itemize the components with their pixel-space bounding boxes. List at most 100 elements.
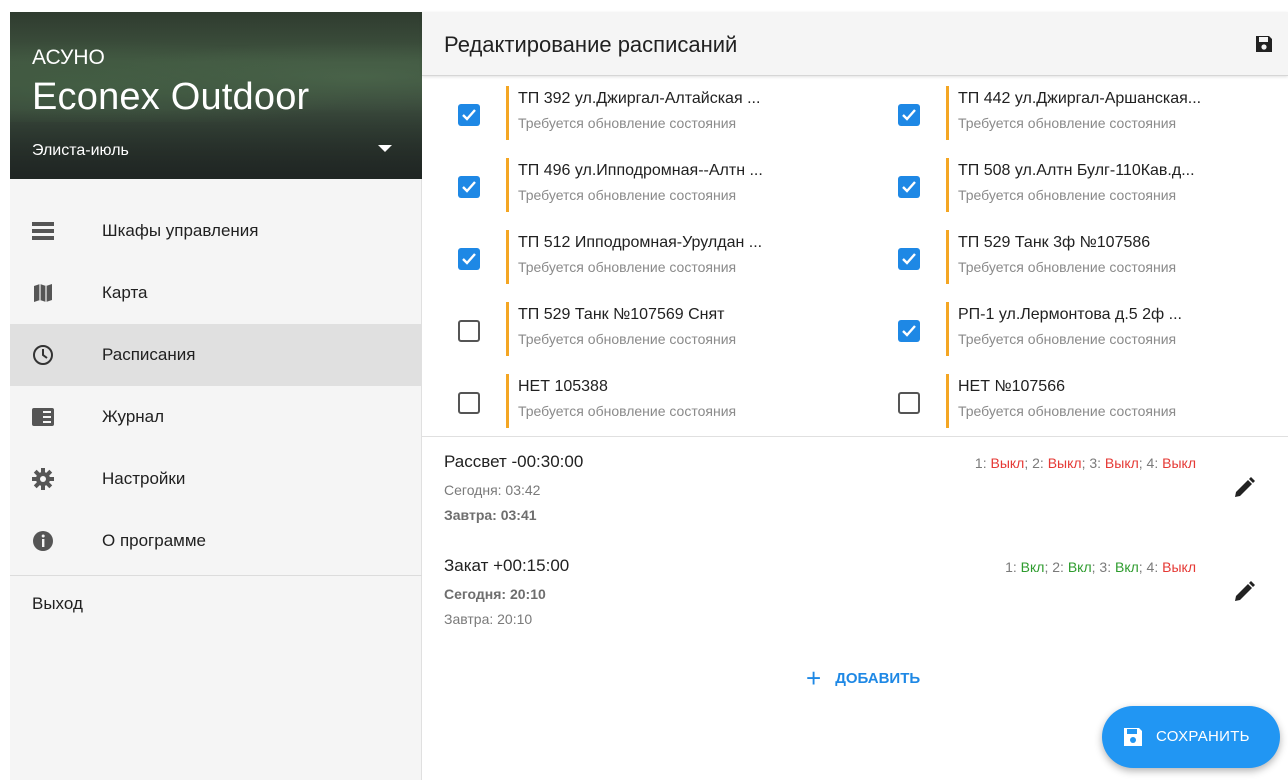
gear-icon <box>32 468 54 490</box>
organization-select[interactable]: Элиста-июль <box>32 142 129 160</box>
clock-icon <box>32 344 54 366</box>
journal-icon <box>32 406 54 428</box>
checkbox-unchecked[interactable] <box>458 392 480 414</box>
cabinet-status: Требуется обновление состояния <box>958 331 1177 347</box>
add-label: ДОБАВИТЬ <box>835 669 921 687</box>
sidebar-item-label: Шкафы управления <box>102 221 259 240</box>
checkbox-checked[interactable] <box>898 104 920 126</box>
schedule-today: Сегодня: 03:42 <box>444 482 541 498</box>
schedule-title: Закат +00:15:00 <box>444 556 570 575</box>
main-content: Редактирование расписаний ТП 392 ул.Джир… <box>422 12 1288 780</box>
cabinet-name: ТП 508 ул.Алтн Булг-110Кав.д... <box>958 162 1195 179</box>
sidebar-item-label: Настройки <box>102 469 186 488</box>
sidebar-nav: Шкафы управления Карта Расписания Журнал <box>10 200 422 576</box>
cabinet-name: НЕТ №107566 <box>958 378 1065 395</box>
relay-states: 1: Вкл; 2: Вкл; 3: Вкл; 4: Выкл <box>1005 559 1196 575</box>
cabinet-status: Требуется обновление состояния <box>958 403 1177 419</box>
map-icon <box>32 282 54 304</box>
schedule-item-sunrise: Рассвет -00:30:00 Сегодня: 03:42 Завтра:… <box>422 452 1288 552</box>
save-button[interactable]: СОХРАНИТЬ <box>1102 706 1280 768</box>
sidebar: АСУНО Econex Outdoor Элиста-июль Шкафы у… <box>10 12 422 780</box>
list-item[interactable]: НЕТ №107566 Требуется обновление состоян… <box>862 370 1262 434</box>
cabinet-status: Требуется обновление состояния <box>518 331 737 347</box>
plus-icon: + <box>806 663 822 693</box>
schedule-tomorrow: Завтра: 03:41 <box>444 507 537 523</box>
cabinets-icon <box>32 220 54 242</box>
list-item[interactable]: ТП 392 ул.Джиргал-Алтайская ... Требуетс… <box>422 82 822 146</box>
info-icon <box>32 530 54 552</box>
brand-subtitle: АСУНО <box>32 46 105 69</box>
status-bar <box>506 158 509 212</box>
edit-icon[interactable] <box>1232 580 1256 604</box>
cabinet-status: Требуется обновление состояния <box>518 187 737 203</box>
sidebar-item-map[interactable]: Карта <box>10 262 422 324</box>
cabinet-name: ТП 512 Ипподромная-Урулдан ... <box>518 234 763 251</box>
cabinet-status: Требуется обновление состояния <box>518 259 737 275</box>
list-item[interactable]: ТП 512 Ипподромная-Урулдан ... Требуется… <box>422 226 822 290</box>
cabinet-status: Требуется обновление состояния <box>958 115 1177 131</box>
checkbox-checked[interactable] <box>898 320 920 342</box>
cabinet-name: ТП 529 Танк №107569 Снят <box>518 306 725 323</box>
cabinet-name: ТП 529 Танк 3ф №107586 <box>958 234 1151 251</box>
list-item[interactable]: ТП 442 ул.Джиргал-Аршанская... Требуется… <box>862 82 1262 146</box>
cabinet-status: Требуется обновление состояния <box>518 115 737 131</box>
list-item[interactable]: ТП 496 ул.Ипподромная--Алтн ... Требуетс… <box>422 154 822 218</box>
status-bar <box>506 302 509 356</box>
add-schedule-button[interactable]: + ДОБАВИТЬ <box>806 663 921 693</box>
sidebar-item-schedules[interactable]: Расписания <box>10 324 422 386</box>
sidebar-header: АСУНО Econex Outdoor Элиста-июль <box>10 12 422 179</box>
brand-title: Econex Outdoor <box>32 76 310 118</box>
list-item[interactable]: ТП 529 Танк 3ф №107586 Требуется обновле… <box>862 226 1262 290</box>
cabinet-name: ТП 442 ул.Джиргал-Аршанская... <box>958 90 1202 107</box>
list-item[interactable]: РП-1 ул.Лермонтова д.5 2ф ... Требуется … <box>862 298 1262 362</box>
sidebar-item-about[interactable]: О программе <box>10 510 422 572</box>
schedule-title: Рассвет -00:30:00 <box>444 452 584 471</box>
save-icon[interactable] <box>1254 34 1274 54</box>
list-item[interactable]: НЕТ 105388 Требуется обновление состояни… <box>422 370 822 434</box>
status-bar <box>946 230 949 284</box>
checkbox-checked[interactable] <box>898 248 920 270</box>
divider <box>10 575 422 576</box>
sidebar-item-settings[interactable]: Настройки <box>10 448 422 510</box>
edit-icon[interactable] <box>1232 476 1256 500</box>
sidebar-item-journal[interactable]: Журнал <box>10 386 422 448</box>
top-bar: Редактирование расписаний <box>422 12 1288 76</box>
list-item[interactable]: ТП 529 Танк №107569 Снят Требуется обнов… <box>422 298 822 362</box>
status-bar <box>946 158 949 212</box>
cabinet-status: Требуется обновление состояния <box>518 403 737 419</box>
checkbox-unchecked[interactable] <box>458 320 480 342</box>
caret-down-icon[interactable] <box>378 145 392 152</box>
cabinet-name: ТП 496 ул.Ипподромная--Алтн ... <box>518 162 763 179</box>
cabinet-name: НЕТ 105388 <box>518 378 608 395</box>
status-bar <box>506 374 509 428</box>
schedule-item-sunset: Закат +00:15:00 Сегодня: 20:10 Завтра: 2… <box>422 556 1288 656</box>
status-bar <box>946 302 949 356</box>
page-title: Редактирование расписаний <box>444 32 738 57</box>
save-label: СОХРАНИТЬ <box>1156 728 1250 745</box>
cabinet-name: РП-1 ул.Лермонтова д.5 2ф ... <box>958 306 1182 323</box>
schedule-today: Сегодня: 20:10 <box>444 586 546 602</box>
checkbox-checked[interactable] <box>458 248 480 270</box>
list-item[interactable]: ТП 508 ул.Алтн Булг-110Кав.д... Требуетс… <box>862 154 1262 218</box>
schedule-tomorrow: Завтра: 20:10 <box>444 611 533 627</box>
cabinet-status: Требуется обновление состояния <box>958 259 1177 275</box>
status-bar <box>946 86 949 140</box>
app-window: АСУНО Econex Outdoor Элиста-июль Шкафы у… <box>10 12 1288 780</box>
save-icon <box>1124 728 1142 746</box>
sidebar-item-cabinets[interactable]: Шкафы управления <box>10 200 422 262</box>
relay-states: 1: Выкл; 2: Выкл; 3: Выкл; 4: Выкл <box>974 455 1196 471</box>
checkbox-checked[interactable] <box>898 176 920 198</box>
sidebar-item-label: Расписания <box>102 345 196 364</box>
checkbox-checked[interactable] <box>458 104 480 126</box>
sidebar-item-label: Карта <box>102 283 148 302</box>
checkbox-checked[interactable] <box>458 176 480 198</box>
checkbox-unchecked[interactable] <box>898 392 920 414</box>
status-bar <box>506 230 509 284</box>
sidebar-item-label: Журнал <box>102 407 165 426</box>
logout-link[interactable]: Выход <box>32 594 83 614</box>
cabinet-name: ТП 392 ул.Джиргал-Алтайская ... <box>518 90 761 107</box>
cabinet-status: Требуется обновление состояния <box>958 187 1177 203</box>
status-bar <box>506 86 509 140</box>
cabinet-list: ТП 392 ул.Джиргал-Алтайская ... Требуетс… <box>422 76 1288 437</box>
sidebar-item-label: О программе <box>102 531 207 550</box>
